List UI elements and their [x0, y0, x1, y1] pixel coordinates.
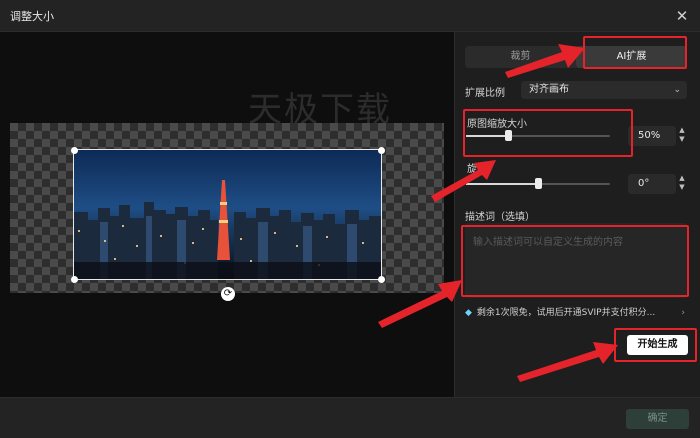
- diamond-icon: ◆: [465, 308, 472, 318]
- resize-handle-bottom-right[interactable]: [378, 276, 385, 283]
- annotation-box-scale: [463, 109, 633, 157]
- tab-crop[interactable]: 裁剪: [465, 46, 576, 68]
- rotate-value-field[interactable]: 0°: [628, 174, 676, 194]
- extend-ratio-select[interactable]: 对齐画布 ⌄: [521, 81, 687, 99]
- resize-handle-top-left[interactable]: [71, 147, 78, 154]
- city-photo[interactable]: [73, 149, 382, 280]
- chevron-right-icon: ›: [681, 308, 685, 318]
- chevron-down-icon: ⌄: [673, 85, 681, 95]
- annotation-box-description: [461, 225, 689, 297]
- window-title: 调整大小: [10, 10, 54, 23]
- description-label: 描述词（选填）: [465, 212, 535, 223]
- notice-text: 剩余1次限免，试用后开通SVIP并支付积分...: [476, 308, 656, 318]
- free-trial-notice[interactable]: ◆ 剩余1次限免，试用后开通SVIP并支付积分... ›: [465, 306, 687, 320]
- annotation-box-ai-extend-tab: [583, 36, 687, 69]
- resize-handle-top-right[interactable]: [378, 147, 385, 154]
- confirm-button[interactable]: 确定: [626, 409, 689, 429]
- extend-ratio-label: 扩展比例: [465, 88, 505, 99]
- title-bar: 调整大小 ✕: [0, 0, 700, 32]
- rotate-icon[interactable]: ⟳: [221, 287, 235, 301]
- rotate-slider-handle[interactable]: [535, 178, 542, 189]
- close-icon[interactable]: ✕: [672, 6, 692, 26]
- annotation-box-generate: [614, 328, 697, 362]
- rotate-label: 旋转: [467, 164, 487, 175]
- resize-handle-bottom-left[interactable]: [71, 276, 78, 283]
- rotate-slider-fill: [466, 183, 538, 185]
- scale-stepper[interactable]: ▲ ▼: [676, 126, 688, 146]
- rotate-stepper[interactable]: ▲ ▼: [676, 174, 688, 194]
- scale-value-field[interactable]: 50%: [628, 126, 676, 146]
- extend-ratio-value: 对齐画布: [529, 84, 569, 95]
- dialog-footer: [0, 397, 700, 438]
